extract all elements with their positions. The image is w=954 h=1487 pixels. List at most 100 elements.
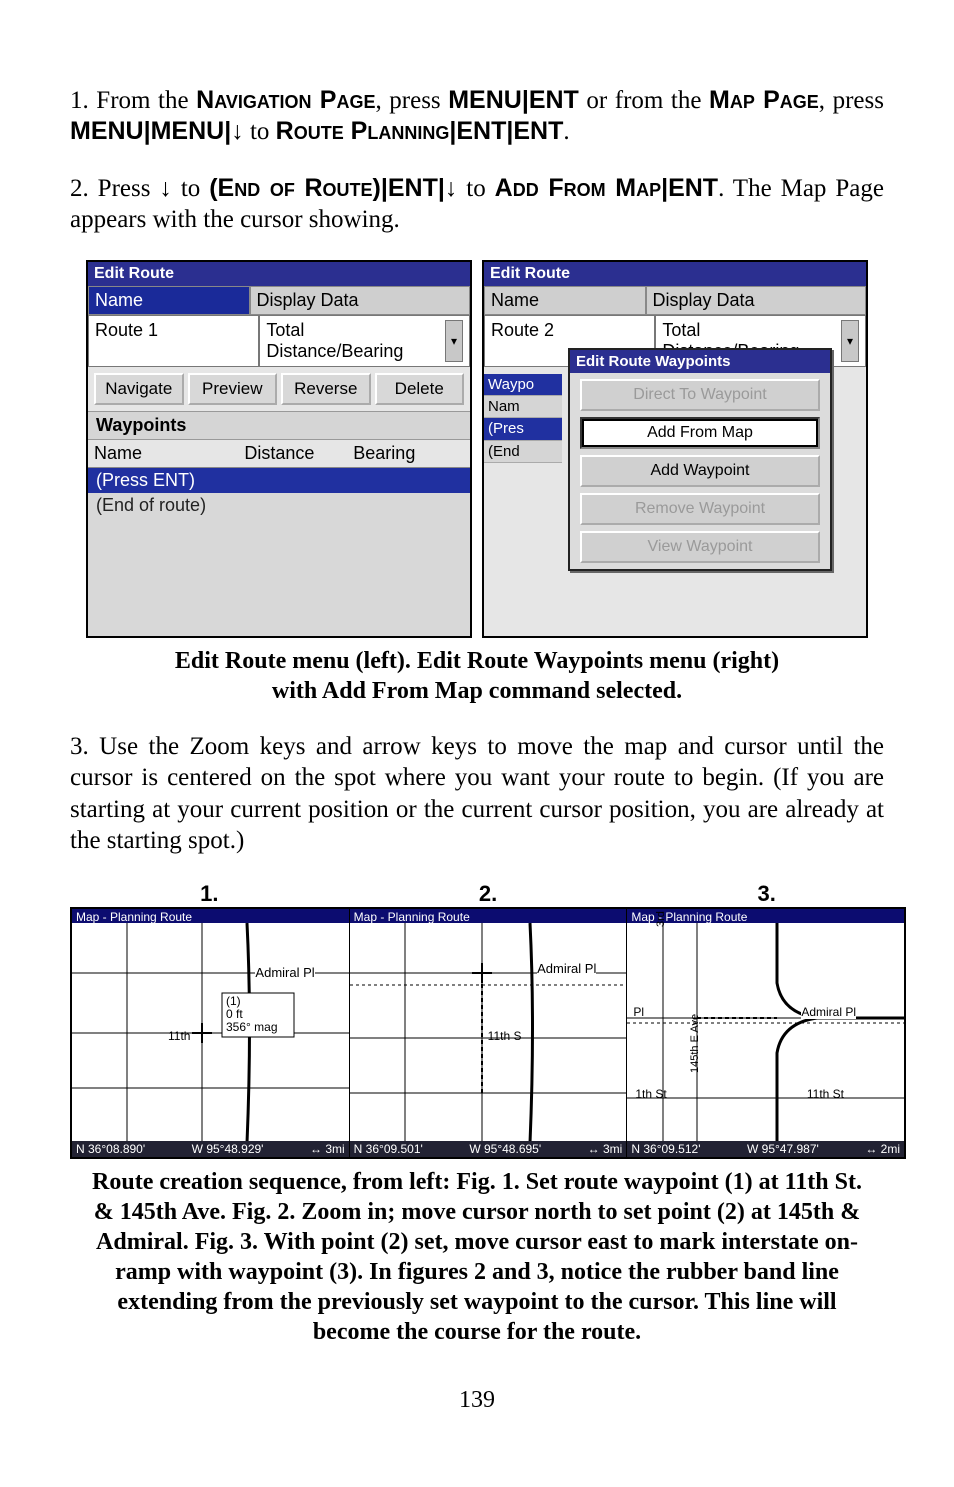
text: .: [563, 118, 569, 145]
list-item[interactable]: (End of route): [88, 493, 470, 518]
map-label: 145th E Ave: [689, 1014, 701, 1073]
text: Waypo: [484, 374, 562, 396]
key-ent: ENT: [513, 117, 563, 145]
map-statusbar: N 36°09.501' W 95°48.695' ↔ 3mi: [350, 1141, 627, 1157]
text: Nam: [484, 396, 562, 418]
text: (End: [484, 441, 562, 463]
text: or from the: [579, 87, 709, 114]
list-item[interactable]: (Press ENT): [88, 468, 470, 493]
status-scale: 2mi: [881, 1142, 900, 1156]
map-panel-2: Map - Planning Route: [350, 909, 628, 1157]
name-header: Name: [88, 286, 250, 315]
map-label: 3rd St: [655, 909, 667, 927]
add-from-map-label: Add From Map: [495, 174, 661, 202]
edit-route-waypoints-popup: Edit Route Waypoints Direct To Waypoint …: [568, 348, 832, 571]
direct-to-waypoint-item[interactable]: Direct To Waypoint: [580, 379, 820, 411]
down-arrow-icon: ↓: [159, 175, 172, 202]
status-lat: N 36°09.501': [354, 1142, 423, 1156]
map-label: Admiral Pl: [537, 961, 596, 976]
pipe: |: [381, 174, 388, 202]
remove-waypoint-item[interactable]: Remove Waypoint: [580, 493, 820, 525]
reverse-button[interactable]: Reverse: [281, 373, 371, 405]
map-label: 11th S: [488, 1029, 522, 1043]
waypoints-columns: Name Distance Bearing: [88, 440, 470, 468]
text: to: [457, 175, 494, 202]
map-label: 11th St: [807, 1087, 844, 1101]
status-lon: W 95°48.929': [192, 1142, 264, 1156]
map-canvas: [72, 923, 350, 1143]
edit-route-dialog-left: Edit Route Name Display Data Route 1 Tot…: [86, 260, 472, 638]
add-from-map-item[interactable]: Add From Map: [580, 417, 820, 449]
delete-button[interactable]: Delete: [375, 373, 465, 405]
step-1: 1. From the Navigation Page, press MENU|…: [70, 85, 884, 148]
pipe: |: [522, 86, 529, 114]
key-menu: MENU: [70, 117, 144, 145]
map-page-label: Map Page: [709, 86, 819, 114]
map-statusbar: N 36°09.512' W 95°47.987' ↔ 2mi: [627, 1141, 904, 1157]
map-statusbar: N 36°08.890' W 95°48.929' ↔ 3mi: [72, 1141, 349, 1157]
page-number: 139: [70, 1387, 884, 1414]
waypoints-list[interactable]: (Press ENT) (End of route): [88, 468, 470, 636]
text: , press: [819, 87, 884, 114]
key-ent: ENT: [388, 174, 438, 202]
key-menu: MENU: [151, 117, 225, 145]
status-scale: 3mi: [325, 1142, 344, 1156]
pipe: |: [144, 117, 151, 145]
down-arrow-icon: ↓: [231, 118, 244, 145]
chevron-down-icon[interactable]: ▾: [445, 320, 463, 362]
figure-caption-1: Edit Route menu (left). Edit Route Waypo…: [70, 646, 884, 706]
text: 1. From the: [70, 87, 196, 114]
preview-button[interactable]: Preview: [188, 373, 278, 405]
col-distance: Distance: [238, 440, 347, 467]
underlying-dialog-strip: Waypo Nam (Pres (End: [484, 374, 562, 463]
dialog-titlebar: Edit Route: [484, 262, 866, 286]
display-data-select[interactable]: Total Distance/Bearing: [266, 320, 445, 362]
key-ent: ENT: [456, 117, 506, 145]
col-name: Name: [88, 440, 238, 467]
map-triptych: 1. 2. 3. Map - Planning Route: [70, 881, 906, 1159]
panel-label-3: 3.: [627, 881, 906, 907]
status-scale: 3mi: [603, 1142, 622, 1156]
map-label: Admiral Pl: [255, 965, 314, 980]
display-data-header: Display Data: [250, 286, 471, 315]
status-lon: W 95°47.987': [747, 1142, 819, 1156]
display-data-header: Display Data: [646, 286, 867, 315]
step-2: 2. Press ↓ to (End of Route)|ENT|↓ to Ad…: [70, 173, 884, 236]
add-waypoint-item[interactable]: Add Waypoint: [580, 455, 820, 487]
step-3: 3. Use the Zoom keys and arrow keys to m…: [70, 731, 884, 856]
down-arrow-icon: ↓: [445, 175, 458, 202]
col-bearing: Bearing: [347, 440, 470, 467]
text: , press: [375, 87, 448, 114]
dialog-titlebar: Edit Route: [88, 262, 470, 286]
chevron-down-icon[interactable]: ▾: [841, 320, 859, 362]
key-ent: ENT: [529, 86, 579, 114]
text: to: [244, 118, 276, 145]
view-waypoint-item[interactable]: View Waypoint: [580, 531, 820, 563]
key-menu: MENU: [448, 86, 522, 114]
figure-caption-2: Route creation sequence, from left: Fig.…: [70, 1167, 884, 1347]
end-of-route-label: (End of Route): [209, 174, 381, 202]
text: (Pres: [484, 418, 562, 441]
panel-label-2: 2.: [349, 881, 628, 907]
map-canvas: [627, 923, 904, 1143]
edit-route-dialog-right: Edit Route Name Display Data Route 2 Tot…: [482, 260, 868, 638]
map-panel-1: Map - Planning Route Admiral P: [72, 909, 350, 1157]
key-ent: ENT: [668, 174, 718, 202]
text: 2. Press: [70, 175, 159, 202]
text: with Add From Map command selected.: [272, 678, 682, 704]
route-planning-label: Route Planning: [276, 117, 450, 145]
status-lat: N 36°09.512': [631, 1142, 700, 1156]
route-name-input[interactable]: Route 1: [88, 315, 259, 367]
status-lon: W 95°48.695': [469, 1142, 541, 1156]
navigate-button[interactable]: Navigate: [94, 373, 184, 405]
callout-line: 356° mag: [226, 1021, 278, 1034]
map-label: 11th: [168, 1029, 190, 1043]
text: to: [172, 175, 209, 202]
popup-titlebar: Edit Route Waypoints: [570, 350, 830, 373]
panel-label-1: 1.: [70, 881, 349, 907]
name-header: Name: [484, 286, 646, 315]
navigation-page-label: Navigation Page: [196, 86, 375, 114]
waypoints-section: Waypoints: [88, 411, 470, 440]
map-label: Pl: [633, 1005, 644, 1019]
dialog-row: Edit Route Name Display Data Route 1 Tot…: [86, 260, 868, 638]
